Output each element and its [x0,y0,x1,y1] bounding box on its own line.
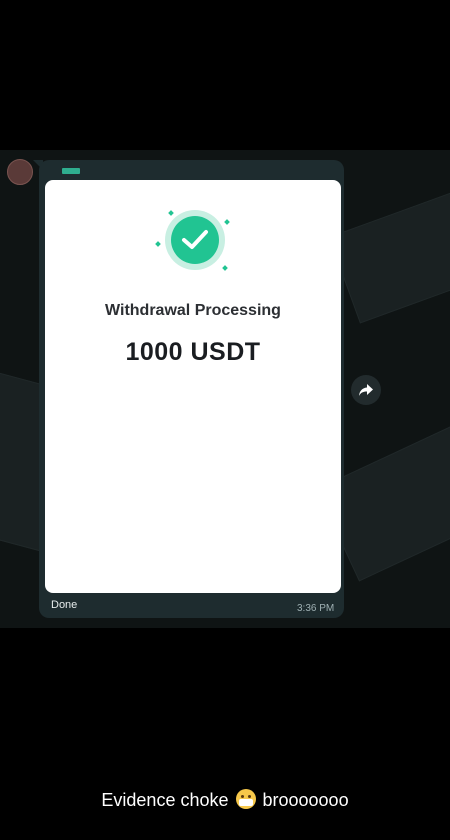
caption-text-end: brooooooo [257,790,349,810]
status-title: Withdrawal Processing [105,302,281,319]
success-badge [165,210,225,270]
sparkle-icon [155,241,161,247]
message-timestamp: 3:36 PM [297,603,335,614]
sparkle-icon [168,210,174,216]
medical-mask-emoji-icon [235,789,256,809]
checkmark-icon [171,216,219,264]
message-caption: Done [51,599,78,611]
caption-text-start: Evidence choke [101,790,234,810]
withdrawal-amount: 1000 USDT [125,338,261,366]
sender-name-chip [62,168,80,174]
sparkle-icon [224,219,230,225]
share-arrow-icon [359,384,373,396]
forward-button[interactable] [351,375,381,405]
story-caption: Evidence choke brooooooo [0,789,450,811]
sender-avatar[interactable] [7,159,33,185]
sparkle-icon [222,265,228,271]
withdrawal-card-image[interactable]: Withdrawal Processing 1000 USDT [45,180,341,593]
